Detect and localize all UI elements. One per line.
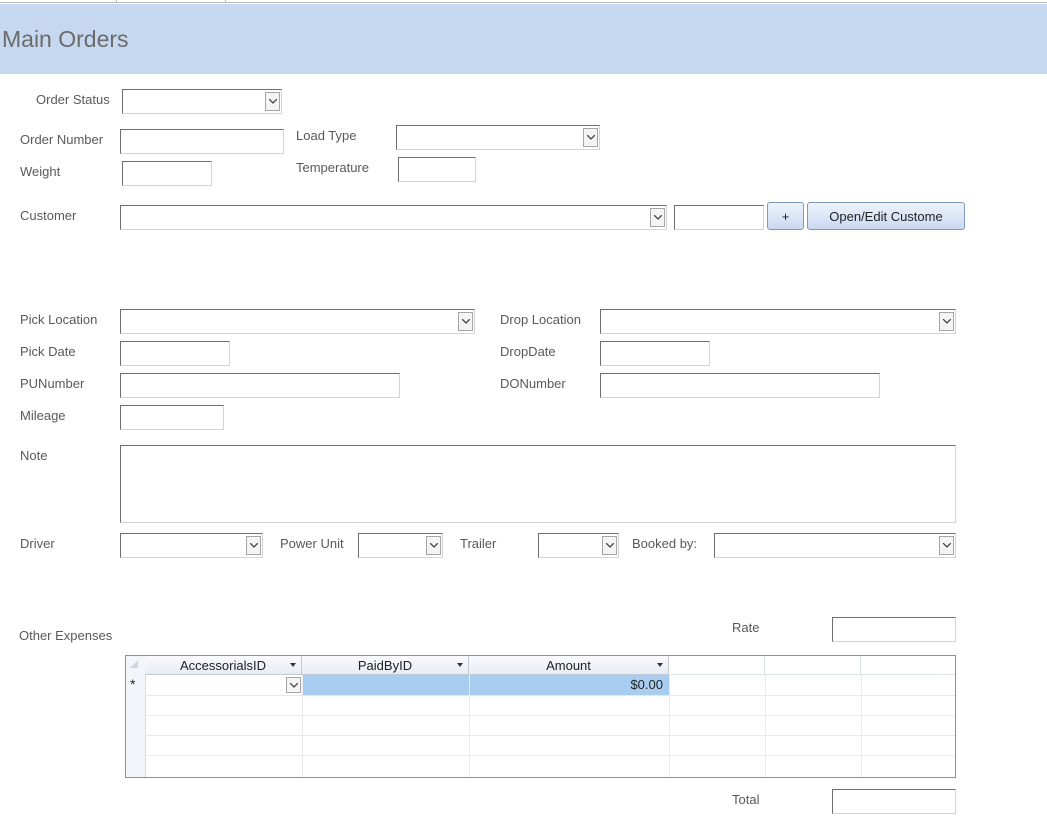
open-edit-customer-button[interactable]: Open/Edit Custome bbox=[807, 202, 965, 230]
drop-location-label: Drop Location bbox=[500, 312, 581, 327]
chevron-down-icon bbox=[269, 98, 277, 104]
order-status-dropdown-button[interactable] bbox=[265, 92, 280, 111]
chevron-down-icon bbox=[430, 542, 438, 548]
booked-by-label: Booked by: bbox=[632, 536, 698, 551]
driver-combo[interactable] bbox=[120, 533, 263, 558]
mileage-label: Mileage bbox=[20, 408, 66, 423]
record-selector-column[interactable] bbox=[126, 656, 146, 777]
booked-by-dropdown-button[interactable] bbox=[939, 536, 954, 555]
accessorials-id-cell[interactable] bbox=[145, 675, 302, 695]
weight-label: Weight bbox=[20, 164, 61, 179]
note-label: Note bbox=[20, 448, 48, 463]
chevron-down-icon bbox=[587, 134, 595, 140]
trailer-dropdown-button[interactable] bbox=[602, 536, 617, 555]
load-type-label: Load Type bbox=[296, 128, 357, 143]
amount-cell[interactable]: $0.00 bbox=[470, 675, 669, 695]
pick-date-label: Pick Date bbox=[20, 344, 76, 359]
driver-dropdown-button[interactable] bbox=[246, 536, 261, 555]
load-type-combo[interactable] bbox=[396, 125, 600, 150]
customer-dropdown-button[interactable] bbox=[650, 208, 665, 227]
document-tab[interactable] bbox=[116, 0, 226, 3]
order-number-field[interactable] bbox=[120, 129, 284, 154]
temperature-field[interactable] bbox=[398, 157, 476, 182]
form-header: Main Orders bbox=[0, 4, 1047, 74]
other-expenses-label: Other Expenses bbox=[19, 628, 113, 643]
chevron-down-icon bbox=[606, 542, 614, 548]
empty-column-header bbox=[861, 656, 955, 675]
empty-column-header bbox=[669, 656, 765, 675]
sort-arrow-icon[interactable] bbox=[290, 663, 296, 667]
document-tab-strip bbox=[0, 0, 1047, 3]
do-number-field[interactable] bbox=[600, 373, 880, 398]
sort-arrow-icon[interactable] bbox=[657, 663, 663, 667]
mileage-field[interactable] bbox=[120, 405, 224, 430]
chevron-down-icon bbox=[943, 318, 951, 324]
grid-line bbox=[145, 735, 955, 736]
trailer-combo[interactable] bbox=[538, 533, 619, 558]
tab-strip-line bbox=[224, 2, 1047, 3]
total-field[interactable] bbox=[832, 789, 956, 814]
accessorials-id-dropdown-button[interactable] bbox=[286, 677, 301, 693]
temperature-label: Temperature bbox=[296, 160, 369, 175]
driver-label: Driver bbox=[20, 536, 55, 551]
column-header-label: PaidByID bbox=[357, 657, 413, 673]
chevron-down-icon bbox=[250, 542, 258, 548]
power-unit-combo[interactable] bbox=[358, 533, 443, 558]
column-header-label: AccessorialsID bbox=[180, 657, 266, 673]
drop-date-label: DropDate bbox=[500, 344, 556, 359]
grid-line bbox=[765, 675, 766, 777]
empty-column-header bbox=[765, 656, 861, 675]
other-expenses-datasheet[interactable]: AccessorialsID PaidByID Amount * $0.00 bbox=[125, 655, 956, 778]
grid-line bbox=[145, 695, 955, 696]
chevron-down-icon bbox=[290, 683, 298, 688]
chevron-down-icon bbox=[654, 214, 662, 220]
sort-arrow-icon[interactable] bbox=[457, 663, 463, 667]
grid-line bbox=[861, 675, 862, 777]
drop-location-combo[interactable] bbox=[600, 309, 956, 334]
select-all-corner[interactable] bbox=[130, 660, 138, 668]
booked-by-combo[interactable] bbox=[714, 533, 956, 558]
total-label: Total bbox=[732, 792, 760, 807]
rate-field[interactable] bbox=[832, 617, 956, 642]
customer-id-field[interactable] bbox=[674, 205, 764, 230]
add-customer-button[interactable]: + bbox=[767, 202, 804, 230]
grid-line bbox=[669, 675, 670, 777]
pu-number-field[interactable] bbox=[120, 373, 400, 398]
page-title: Main Orders bbox=[2, 26, 129, 52]
pick-location-combo[interactable] bbox=[120, 309, 475, 334]
column-header-accessorials-id[interactable]: AccessorialsID bbox=[145, 656, 302, 675]
paid-by-id-cell[interactable] bbox=[303, 675, 469, 695]
drop-location-dropdown-button[interactable] bbox=[939, 312, 954, 331]
grid-line bbox=[145, 715, 955, 716]
order-status-label: Order Status bbox=[36, 92, 110, 107]
column-header-label: Amount bbox=[546, 657, 591, 673]
trailer-label: Trailer bbox=[460, 536, 497, 551]
customer-combo[interactable] bbox=[120, 205, 667, 230]
grid-line bbox=[145, 755, 955, 756]
power-unit-dropdown-button[interactable] bbox=[426, 536, 441, 555]
drop-date-field[interactable] bbox=[600, 341, 710, 366]
customer-label: Customer bbox=[20, 208, 77, 223]
load-type-dropdown-button[interactable] bbox=[583, 128, 598, 147]
new-record-icon: * bbox=[130, 676, 136, 692]
pick-date-field[interactable] bbox=[120, 341, 230, 366]
pu-number-label: PUNumber bbox=[20, 376, 85, 391]
pick-location-label: Pick Location bbox=[20, 312, 98, 327]
column-header-amount[interactable]: Amount bbox=[469, 656, 669, 675]
pick-location-dropdown-button[interactable] bbox=[458, 312, 473, 331]
power-unit-label: Power Unit bbox=[280, 536, 344, 551]
weight-field[interactable] bbox=[122, 161, 212, 186]
order-status-combo[interactable] bbox=[122, 89, 282, 114]
order-number-label: Order Number bbox=[20, 132, 104, 147]
note-textarea[interactable] bbox=[120, 445, 956, 523]
chevron-down-icon bbox=[462, 318, 470, 324]
column-header-paid-by-id[interactable]: PaidByID bbox=[302, 656, 469, 675]
chevron-down-icon bbox=[943, 542, 951, 548]
do-number-label: DONumber bbox=[500, 376, 566, 391]
tab-strip-line bbox=[0, 2, 116, 3]
rate-label: Rate bbox=[732, 620, 760, 635]
